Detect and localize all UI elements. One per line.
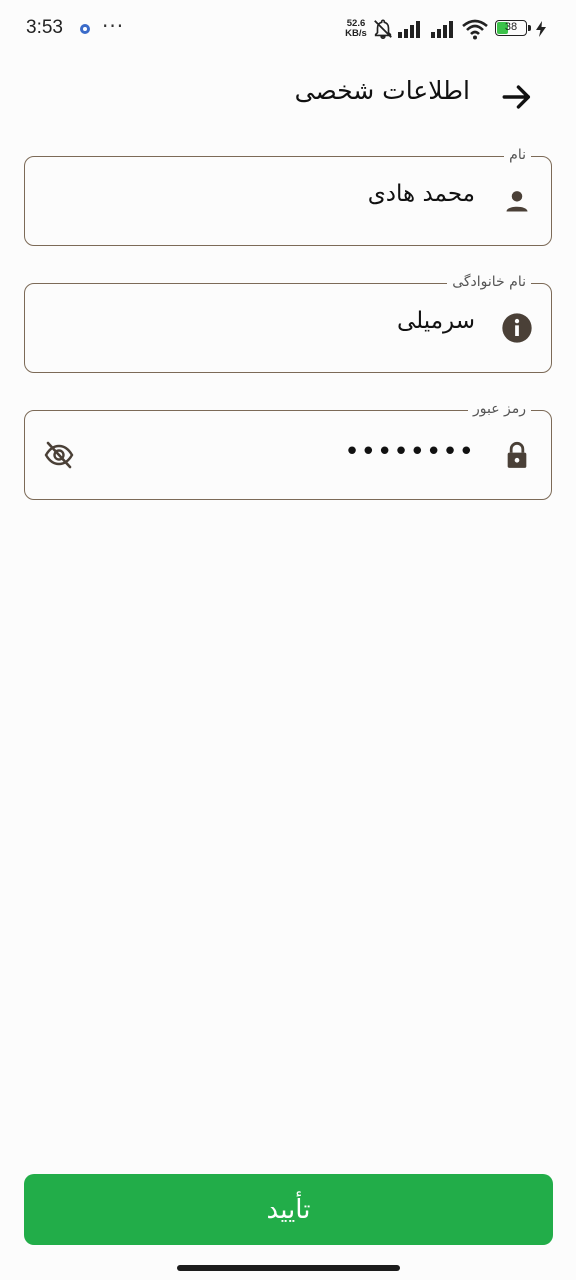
arrow-right-icon[interactable] [500, 80, 534, 114]
first-name-field[interactable]: نام محمد هادی [24, 146, 552, 246]
first-name-value[interactable]: محمد هادی [368, 181, 475, 207]
page-title: اطلاعات شخصی [294, 76, 470, 105]
confirm-button-label: تأیید [266, 1194, 311, 1225]
battery-level: 38 [504, 21, 518, 33]
battery-cap [528, 25, 531, 31]
wifi-icon [462, 19, 488, 40]
last-name-value[interactable]: سرمیلی [397, 308, 475, 334]
password-label: رمز عبور [467, 400, 531, 418]
last-name-label: نام خانوادگی [447, 273, 531, 291]
battery-icon: 38 [495, 20, 527, 36]
more-notifications-icon: ··· [102, 14, 125, 38]
eye-off-icon[interactable] [43, 439, 75, 471]
notifications-off-icon [374, 19, 392, 39]
signal-1-icon [398, 21, 420, 38]
charging-icon [536, 21, 546, 37]
status-time: 3:53 [26, 17, 63, 38]
signal-2-icon [431, 21, 453, 38]
network-speed: 52.6 KB/s [345, 18, 367, 39]
info-icon [502, 313, 532, 343]
lock-icon [507, 441, 527, 468]
settings-notification-icon [80, 24, 90, 34]
last-name-field[interactable]: نام خانوادگی سرمیلی [24, 273, 552, 373]
status-bar: 3:53 ··· 52.6 KB/s 38 [0, 0, 576, 58]
password-field[interactable]: رمز عبور •••••••• [24, 400, 552, 500]
confirm-button[interactable]: تأیید [24, 1174, 553, 1245]
person-icon [506, 191, 528, 212]
password-value[interactable]: •••••••• [344, 437, 475, 467]
home-indicator[interactable] [177, 1265, 400, 1271]
first-name-label: نام [504, 146, 531, 164]
